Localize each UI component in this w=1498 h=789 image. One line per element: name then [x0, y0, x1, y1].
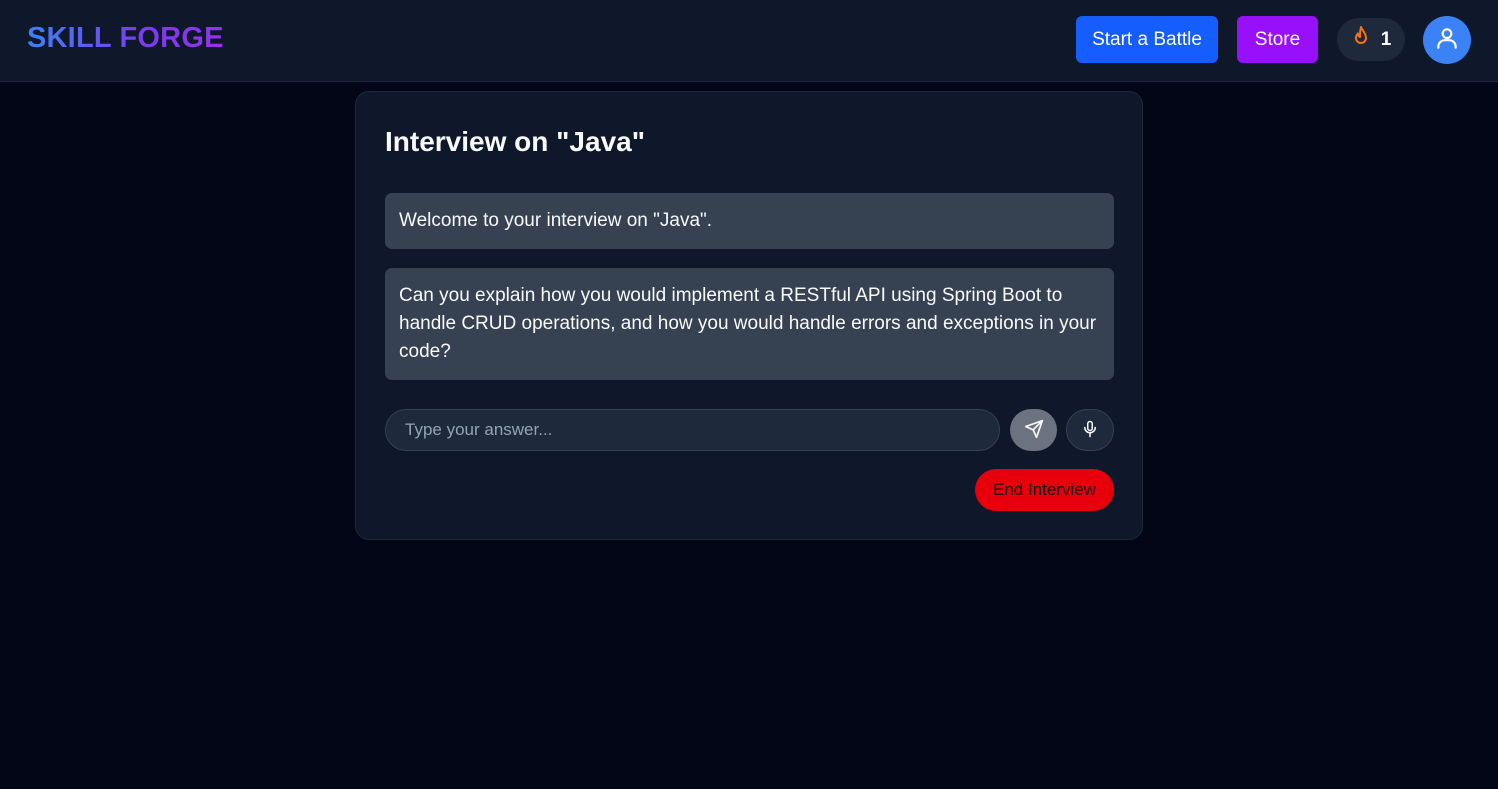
flame-icon: [1351, 25, 1371, 54]
brand-logo[interactable]: SKILL FORGE: [27, 22, 224, 55]
chat-message: Welcome to your interview on "Java".: [385, 193, 1114, 249]
chat-message: Can you explain how you would implement …: [385, 268, 1114, 380]
interview-card: Interview on "Java" Welcome to your inte…: [355, 91, 1143, 540]
store-button[interactable]: Store: [1237, 16, 1318, 63]
microphone-button[interactable]: [1066, 409, 1114, 451]
streak-badge[interactable]: 1: [1337, 18, 1405, 61]
send-button[interactable]: [1010, 409, 1057, 451]
streak-count: 1: [1380, 28, 1392, 50]
start-battle-button[interactable]: Start a Battle: [1076, 16, 1218, 63]
top-navbar: SKILL FORGE Start a Battle Store 1: [0, 0, 1498, 82]
profile-avatar[interactable]: [1423, 16, 1471, 64]
answer-input[interactable]: [385, 409, 1000, 451]
microphone-icon: [1081, 419, 1099, 442]
send-icon: [1024, 419, 1044, 442]
interview-title: Interview on "Java": [385, 126, 645, 157]
user-icon: [1434, 25, 1460, 56]
end-interview-button[interactable]: End Interview: [975, 469, 1114, 511]
